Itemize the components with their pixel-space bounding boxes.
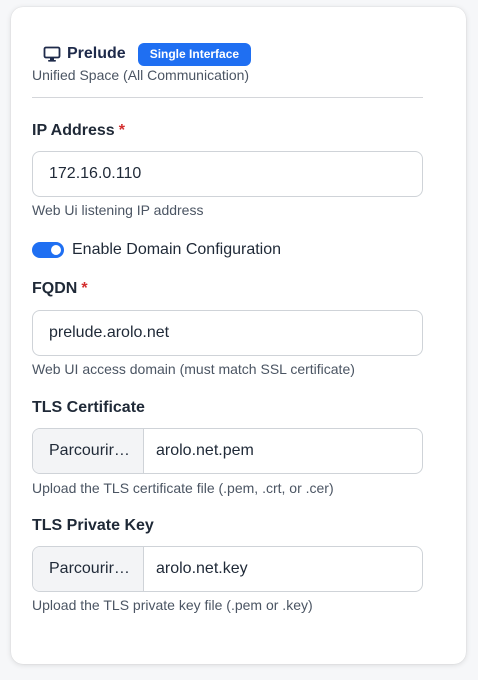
tls-private-key-file-input[interactable]: Parcourir… arolo.net.key [32, 546, 423, 592]
tls-certificate-help: Upload the TLS certificate file (.pem, .… [32, 480, 334, 496]
domain-config-label: Enable Domain Configuration [72, 241, 282, 258]
tls-private-key-browse-button[interactable]: Parcourir… [33, 547, 144, 591]
ip-address-help: Web Ui listening IP address [32, 202, 204, 218]
tls-certificate-browse-button[interactable]: Parcourir… [33, 429, 144, 473]
fqdn-input[interactable] [32, 310, 423, 356]
ip-address-input[interactable] [32, 151, 423, 197]
divider [32, 97, 423, 98]
tls-certificate-label: TLS Certificate [32, 399, 145, 416]
tls-private-key-label: TLS Private Key [32, 517, 154, 534]
fqdn-label-text: FQDN [32, 280, 78, 297]
required-mark: * [118, 122, 125, 139]
domain-config-toggle[interactable] [32, 242, 64, 258]
monitor-icon [43, 45, 61, 63]
ip-address-label-text: IP Address [32, 122, 115, 139]
required-mark: * [81, 280, 88, 297]
interface-badge: Single Interface [137, 42, 252, 66]
ip-address-label: IP Address * [32, 122, 125, 140]
header-subtitle: Unified Space (All Communication) [32, 67, 250, 83]
fqdn-help: Web UI access domain (must match SSL cer… [32, 361, 355, 377]
tls-private-key-filename: arolo.net.key [156, 560, 248, 577]
fqdn-label: FQDN * [32, 280, 88, 298]
domain-config-toggle-row: Enable Domain Configuration [32, 239, 281, 261]
app-title: Prelude [67, 45, 126, 62]
tls-certificate-filename: arolo.net.pem [156, 442, 254, 459]
tls-private-key-help: Upload the TLS private key file (.pem or… [32, 597, 313, 613]
card-header: Prelude Single Interface [43, 39, 252, 69]
toggle-knob [51, 245, 61, 255]
tls-certificate-file-input[interactable]: Parcourir… arolo.net.pem [32, 428, 423, 474]
